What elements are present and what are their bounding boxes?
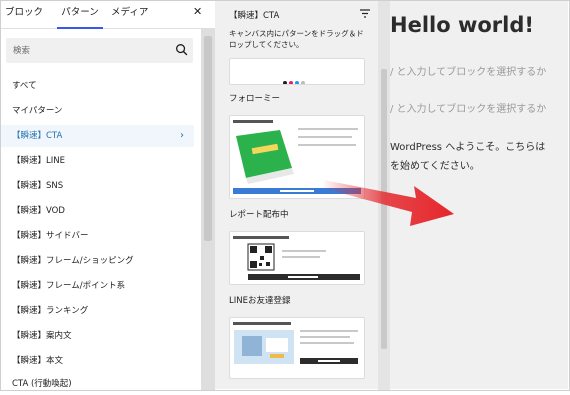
dot-icon [301,81,305,84]
category-label: すべて [12,81,37,91]
pattern-preview-report[interactable] [229,231,365,285]
search-icon [176,44,188,56]
patterns-panel-description: キャンバス内にパターンをドラッグ＆ドロップしてください。 [229,29,364,49]
search-placeholder: 検索 [13,46,31,56]
categories-scrollbar[interactable] [201,28,215,390]
dot-icon [283,81,287,84]
pattern-preview-line-friends[interactable] [229,317,365,379]
category-label: 【瞬速】ランキング [12,306,89,316]
category-label: 【瞬速】SNS [12,181,64,191]
category-cta-call-to-action[interactable]: CTA (行動喚起) [1,373,194,395]
patterns-panel-title: 【瞬速】CTA [229,11,280,21]
category-my-patterns[interactable]: マイパターン [1,100,194,122]
category-all[interactable]: すべて [1,75,194,97]
category-label: 【瞬速】フレーム/ショッピング [12,256,134,266]
line-friends-illustration [233,322,358,364]
social-dots [283,70,307,84]
paragraph-line[interactable]: WordPress へようこそ。こちらは [390,138,545,157]
category-vod[interactable]: 【瞬速】VOD [1,200,194,222]
pattern-label: フォローミー [229,94,281,104]
category-label: マイパターン [12,106,63,116]
tab-patterns[interactable]: パターン [57,1,103,29]
dot-icon [289,81,293,84]
category-label: CTA (行動喚起) [12,379,72,389]
category-label: 【瞬速】本文 [12,356,64,366]
inserter-panel: ブロック パターン メディア ✕ 検索 すべて マイパターン 【瞬速】CTA › … [1,1,216,389]
category-label: 【瞬速】フレーム/ポイント系 [12,281,126,291]
block-placeholder[interactable]: / と入力してブロックを選択するか [390,100,546,115]
pattern-label: LINEお友達登録 [229,296,291,306]
category-cta[interactable]: 【瞬速】CTA › [1,125,194,147]
post-title[interactable]: Hello world! [390,13,534,37]
search-input[interactable]: 検索 [6,38,193,63]
scrollbar-thumb[interactable] [204,36,212,241]
pattern-label: レポート配布中 [229,210,289,220]
category-sidebar[interactable]: 【瞬速】サイドバー [1,225,194,247]
dot-icon [295,81,299,84]
category-guide-text[interactable]: 【瞬速】案内文 [1,325,194,347]
tab-blocks[interactable]: ブロック [5,1,43,27]
category-label: 【瞬速】案内文 [12,331,72,341]
pattern-preview-sns-dots[interactable] [229,58,365,85]
block-placeholder[interactable]: / と入力してブロックを選択するか [390,63,546,78]
drag-arrow-icon [322,180,454,226]
filter-icon[interactable] [360,9,370,18]
category-frame-point[interactable]: 【瞬速】フレーム/ポイント系 [1,275,194,297]
category-label: 【瞬速】VOD [12,206,65,216]
inserter-tabs: ブロック パターン メディア ✕ [1,1,216,29]
category-label: 【瞬速】CTA [12,131,63,141]
category-sns[interactable]: 【瞬速】SNS [1,175,194,197]
category-label: 【瞬速】LINE [12,156,65,166]
chevron-right-icon: › [180,130,184,141]
category-frame-shopping[interactable]: 【瞬速】フレーム/ショッピング [1,250,194,272]
category-label: 【瞬速】サイドバー [12,231,89,241]
tab-media[interactable]: メディア [111,1,148,27]
category-body[interactable]: 【瞬速】本文 [1,350,194,372]
qr-code-illustration [233,236,360,280]
close-icon[interactable]: ✕ [193,5,202,18]
category-line[interactable]: 【瞬速】LINE [1,150,194,172]
category-ranking[interactable]: 【瞬速】ランキング [1,300,194,322]
